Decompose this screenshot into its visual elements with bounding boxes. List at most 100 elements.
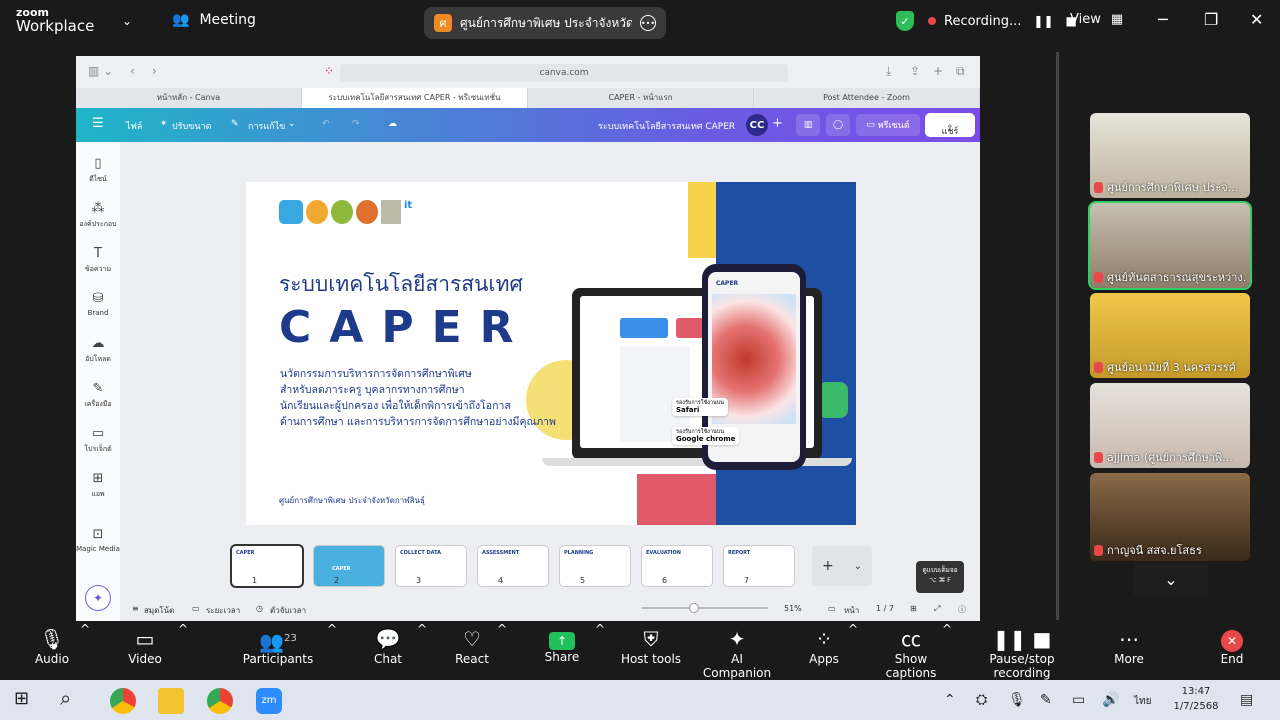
page-counter[interactable]: 1 / 7 <box>876 604 894 613</box>
sidebar-item-tools[interactable]: ✎ เครื่องมือ <box>76 381 120 410</box>
tab-caper-presentation[interactable]: ระบบเทคโนโลยีสารสนเทศ CAPER - พรีเซนเทชั… <box>302 88 528 108</box>
presentation-slide[interactable]: it ระบบเทคโนโลยีสารสนเทศ CAPER นวัตกรรมก… <box>246 182 856 525</box>
tray-app-icon[interactable]: ⛭ <box>976 692 987 708</box>
avatar[interactable]: CC <box>746 114 768 136</box>
participants-options-caret[interactable]: ^ <box>327 622 337 680</box>
more-button[interactable]: ⋯ More <box>1108 622 1150 680</box>
share-options-caret[interactable]: ^ <box>595 622 605 680</box>
sidebar-item-apps[interactable]: ⊞ แอพ <box>76 471 120 500</box>
sidebar-item-brand[interactable]: ⛁ Brand <box>76 291 120 317</box>
sidebar-item-design[interactable]: ▯ ดีไซน์ <box>76 156 120 185</box>
pen-icon[interactable]: ✎ <box>1040 692 1052 708</box>
tab-zoom-post-attendee[interactable]: Post Attendee - Zoom <box>754 88 980 108</box>
magic-sparkle-icon[interactable]: ✦ <box>86 586 110 610</box>
scrollbar[interactable] <box>1056 52 1059 620</box>
duration-button[interactable]: ระยะเวลา <box>206 604 240 617</box>
share-screen-button[interactable]: ↑ Share <box>540 622 584 680</box>
tab-canva-home[interactable]: หน้าหลัก - Canva <box>76 88 302 108</box>
add-page-button[interactable]: + ⌄ <box>812 546 872 586</box>
zoom-percentage[interactable]: 51% <box>784 604 802 613</box>
document-title[interactable]: ระบบเทคโนโลยีสารสนเทศ CAPER <box>598 119 735 133</box>
participant-video[interactable]: กาญจนี สสจ.ยโสธร <box>1090 473 1250 561</box>
back-icon[interactable]: ‹ <box>130 64 135 78</box>
timer-button[interactable]: ตัวจับเวลา <box>270 604 306 617</box>
slide-thumbnail[interactable]: CAPER 2 <box>314 546 384 586</box>
resize-menu[interactable]: ปรับขนาด <box>172 119 211 133</box>
pause-recording-icon[interactable]: ❚❚ <box>1033 14 1053 28</box>
participant-video[interactable]: ajjima (ศูนย์การศึกษาพิ... <box>1090 383 1250 468</box>
grid-view-icon[interactable]: ⊞ <box>910 604 917 613</box>
language-indicator[interactable]: ไทย <box>1134 694 1151 709</box>
sidebar-item-text[interactable]: T ข้อความ <box>76 246 120 275</box>
redo-icon[interactable]: ↷ <box>352 119 360 129</box>
help-icon[interactable]: ⓘ <box>958 604 966 615</box>
grid-apps-icon[interactable]: ⁘ <box>324 64 334 78</box>
download-icon[interactable]: ⤓ <box>886 64 891 79</box>
edit-menu[interactable]: การแก้ไข <box>248 119 285 133</box>
view-button[interactable]: View ▦ <box>1070 12 1123 27</box>
file-explorer-icon[interactable] <box>158 688 184 714</box>
security-shield-icon[interactable]: ✓ <box>896 11 914 31</box>
present-button[interactable]: ▭ พรีเซนต์ <box>856 114 920 136</box>
minimize-icon[interactable]: ─ <box>1158 10 1168 29</box>
participants-button[interactable]: 👥23 Participants <box>240 622 316 680</box>
chat-button[interactable]: 💬 Chat <box>366 622 410 680</box>
react-button[interactable]: ♡ React <box>450 622 494 680</box>
share-button[interactable]: ⇪ แชร์ <box>925 113 975 137</box>
chrome-icon[interactable] <box>207 688 233 714</box>
new-tab-icon[interactable]: + <box>933 64 943 78</box>
host-tools-button[interactable]: ⛨ Host tools <box>618 622 684 680</box>
undo-icon[interactable]: ↶ <box>322 119 330 129</box>
participant-video[interactable]: ศูนย์ทันตสาธารณสุขระหว่าง... <box>1090 203 1250 288</box>
network-icon[interactable]: ▭ <box>1072 692 1085 708</box>
slide-thumbnail[interactable]: CAPER 1 <box>232 546 302 586</box>
meeting-button[interactable]: 👥 Meeting <box>172 12 256 28</box>
cloud-sync-icon[interactable]: ☁ <box>388 119 397 129</box>
chrome-icon[interactable] <box>110 688 136 714</box>
add-collaborator-icon[interactable]: + <box>772 116 783 131</box>
sidebar-item-projects[interactable]: ▭ โปรเจ็กต์ <box>76 426 120 455</box>
apps-options-caret[interactable]: ^ <box>848 622 858 680</box>
slide-thumbnail[interactable]: COLLECT DATA 3 <box>396 546 466 586</box>
sidebar-item-magic-media[interactable]: ⊡ Magic Media <box>76 527 120 553</box>
chat-options-caret[interactable]: ^ <box>417 622 427 680</box>
video-button[interactable]: ▭ Video <box>122 622 168 680</box>
chevron-up-icon[interactable]: ⌃ <box>944 692 956 708</box>
clock[interactable]: 13:47 1/7/2568 <box>1166 684 1226 714</box>
apps-button[interactable]: ⁘ Apps <box>806 622 842 680</box>
forward-icon[interactable]: › <box>152 64 157 78</box>
chevron-down-icon[interactable]: ⌄ <box>122 14 132 28</box>
windows-start-icon[interactable]: ⊞ <box>14 688 29 709</box>
zoom-app-icon[interactable]: zm <box>256 688 282 714</box>
fullscreen-icon[interactable]: ⤢ <box>934 604 940 614</box>
sidebar-item-upload[interactable]: ☁ อัปโหลด <box>76 336 120 365</box>
sidebar-toggle-icon[interactable]: ▥ ⌄ <box>88 64 113 78</box>
insights-icon[interactable]: ▥ <box>796 114 820 136</box>
slide-thumbnail[interactable]: REPORT 7 <box>724 546 794 586</box>
notification-icon[interactable]: ▤ <box>1240 692 1253 708</box>
comment-icon[interactable]: ◯ <box>826 114 850 136</box>
end-meeting-button[interactable]: ✕ End <box>1212 622 1252 680</box>
chevron-down-icon[interactable]: ⌄ <box>288 119 296 129</box>
screen-share-indicator[interactable]: ศ ศูนย์การศึกษาพิเศษ ประจำจังหวัดกาฬสิ •… <box>424 7 666 39</box>
close-icon[interactable]: ✕ <box>1250 10 1263 29</box>
react-options-caret[interactable]: ^ <box>497 622 507 680</box>
share-icon[interactable]: ⇪ <box>910 64 920 78</box>
volume-icon[interactable]: 🔊 <box>1102 692 1119 708</box>
slide-thumbnail[interactable]: PLANNING 5 <box>560 546 630 586</box>
file-menu[interactable]: ไฟล์ <box>126 119 142 133</box>
captions-options-caret[interactable]: ^ <box>942 622 952 680</box>
slide-thumbnail[interactable]: ASSESSMENT 4 <box>478 546 548 586</box>
participant-video[interactable]: ศูนย์การศึกษาพิเศษ ประจ... <box>1090 113 1250 198</box>
participant-video[interactable]: ศูนย์อนามัยที่ 3 นครสวรรค์ <box>1090 293 1250 378</box>
tabs-overview-icon[interactable]: ⧉ <box>956 64 965 79</box>
page-view-icon[interactable]: ▭ <box>828 604 836 613</box>
notes-button[interactable]: สมุดโน้ต <box>144 604 174 617</box>
more-icon[interactable]: ••• <box>640 15 656 31</box>
url-field[interactable]: canva.com <box>340 64 788 82</box>
ai-companion-button[interactable]: ✦ AI Companion <box>696 622 778 680</box>
pause-stop-recording-button[interactable]: ❚❚ ■ Pause/stop recording <box>964 622 1080 680</box>
tab-caper-home[interactable]: CAPER - หน้าแรก <box>528 88 754 108</box>
video-options-caret[interactable]: ^ <box>178 622 188 680</box>
slide-thumbnail[interactable]: EVALUATION 6 <box>642 546 712 586</box>
